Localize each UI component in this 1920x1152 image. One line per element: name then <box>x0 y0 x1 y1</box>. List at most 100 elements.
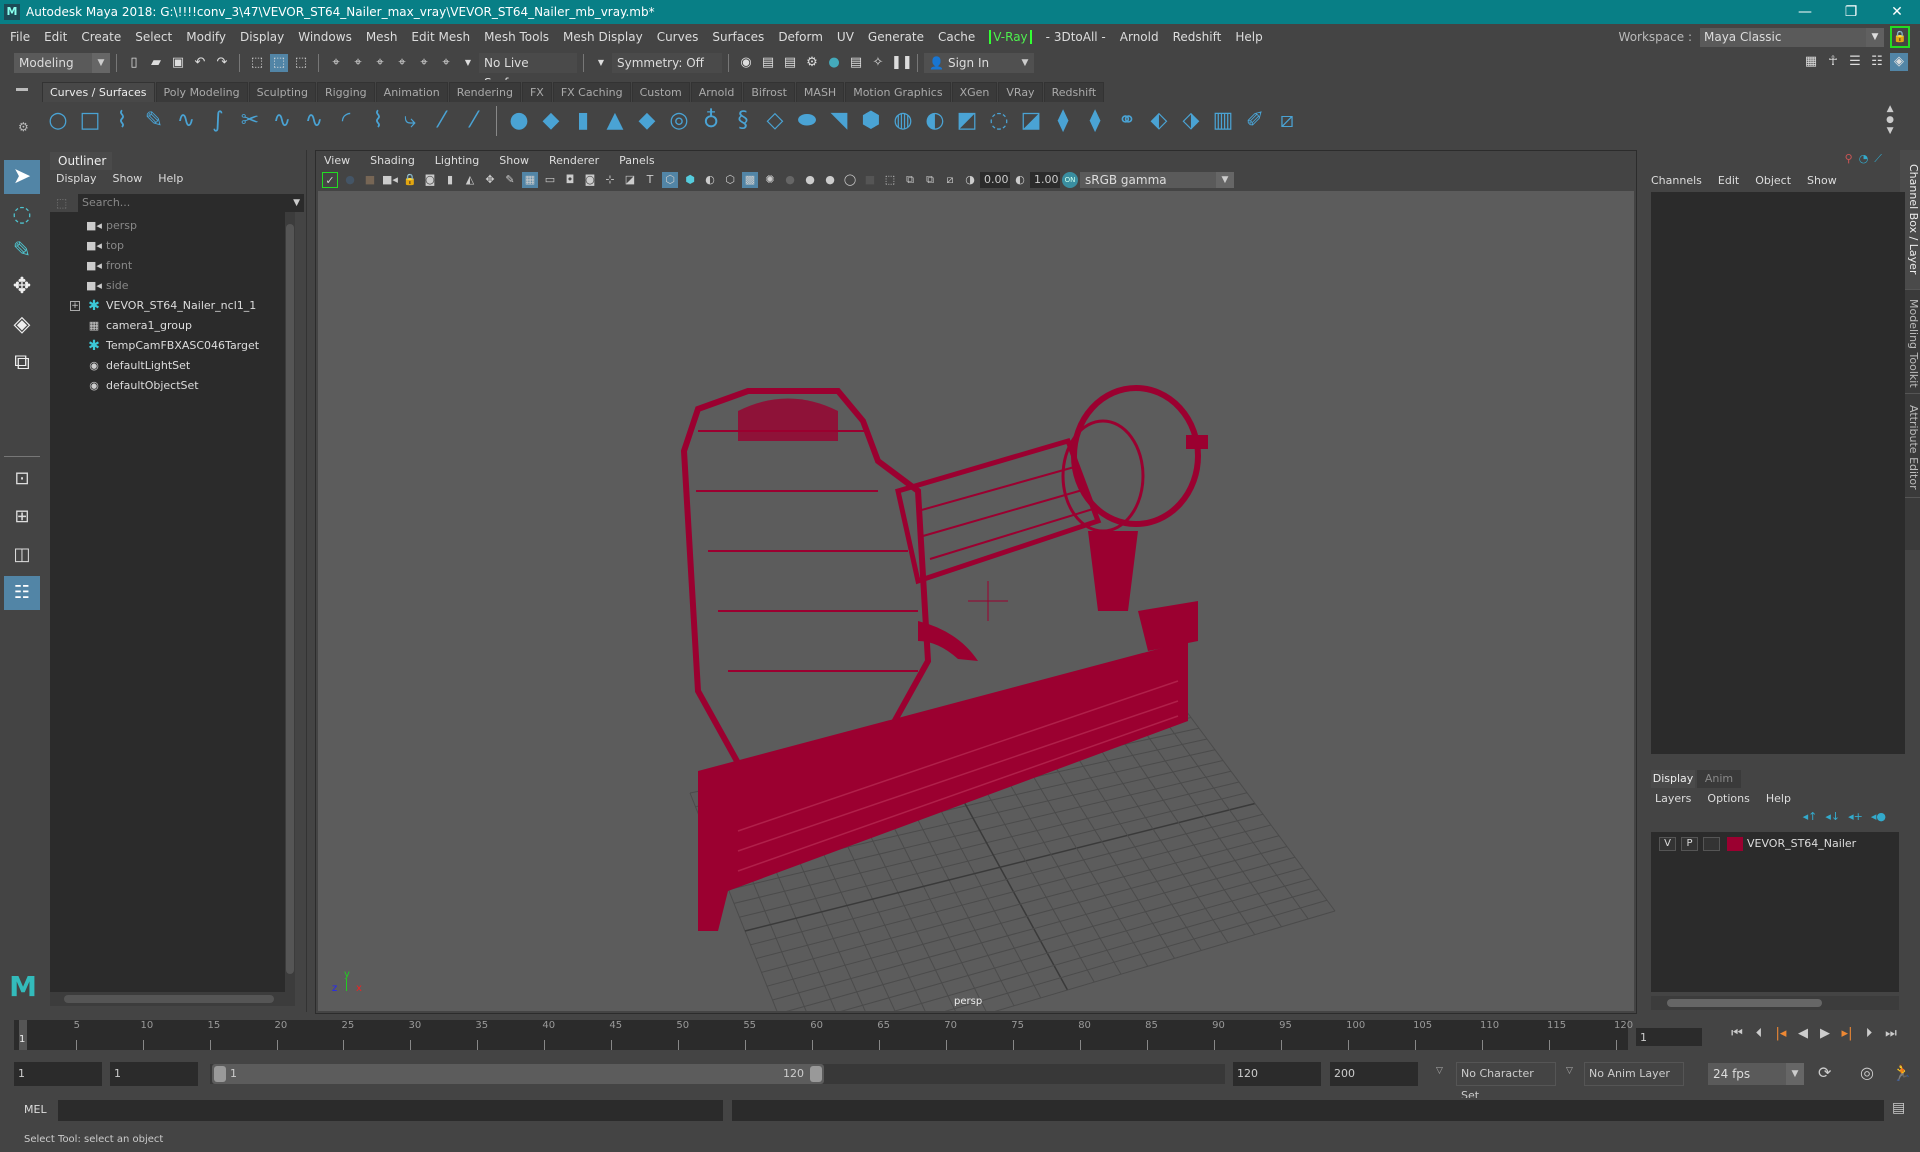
viewport-menu-shading[interactable]: Shading <box>370 154 415 167</box>
outliner-layout-icon[interactable]: ☷ <box>4 576 40 610</box>
snap-view-plane-icon[interactable]: ⌖ <box>393 54 411 72</box>
anim-preferences-icon[interactable]: 🏃 <box>1892 1063 1912 1082</box>
outliner-item[interactable]: ▦ camera1_group <box>86 316 192 336</box>
shelf-tab-fx-caching[interactable]: FX Caching <box>552 82 631 102</box>
anti-aliasing-icon[interactable]: ◯ <box>842 172 858 188</box>
layer-menu-layers[interactable]: Layers <box>1655 792 1691 805</box>
viewport-menu-show[interactable]: Show <box>499 154 529 167</box>
nurbs-circle-icon[interactable]: ○ <box>42 105 74 137</box>
timeline-bar[interactable]: 1 5 10 15 20 25 30 35 40 45 50 55 60 65 70 75 80 85 90 95 10… <box>14 1020 1633 1050</box>
shelf-tab-arnold[interactable]: Arnold <box>690 82 743 102</box>
extend-curve-icon[interactable]: ⁄ <box>458 105 490 137</box>
nurbs-cylinder-icon[interactable]: ▮ <box>567 105 599 137</box>
use-all-lights-icon[interactable]: ✺ <box>762 172 778 188</box>
channel-box-menu-object[interactable]: Object <box>1755 174 1791 187</box>
move-tool-icon[interactable]: ✥ <box>4 270 40 304</box>
new-layer-selected-icon[interactable]: ◂● <box>1871 810 1886 823</box>
planar-icon[interactable]: ◇ <box>759 105 791 137</box>
smooth-shade-icon[interactable]: ⬢ <box>682 172 698 188</box>
current-time-marker[interactable]: 1 <box>19 1020 27 1050</box>
outliner-search-input[interactable]: Search... ▼ <box>78 194 304 212</box>
animation-start-field[interactable]: 1 <box>14 1062 102 1086</box>
layer-playback-toggle[interactable]: P <box>1681 837 1698 851</box>
select-object-icon[interactable]: ⬚ <box>270 54 288 72</box>
snap-surface-icon[interactable]: ⌖ <box>415 54 433 72</box>
select-camera-icon[interactable]: ■ <box>362 172 378 188</box>
range-slider-handle[interactable]: 1 120 <box>212 1064 824 1084</box>
render-settings-icon[interactable]: ⚙ <box>803 54 821 72</box>
channel-box-menu-channels[interactable]: Channels <box>1651 174 1702 187</box>
loop-icon[interactable]: ⟳ <box>1818 1063 1831 1082</box>
step-back-frame-icon[interactable]: ⏴ <box>1748 1026 1770 1041</box>
outliner-item[interactable]: ✱ VEVOR_ST64_Nailer_ncl1_1 <box>86 296 256 316</box>
viewport-menu-lighting[interactable]: Lighting <box>435 154 479 167</box>
viewport-menu-view[interactable]: View <box>324 154 350 167</box>
move-layer-up-icon[interactable]: ◂↑ <box>1803 810 1818 823</box>
safe-title-icon[interactable]: T <box>642 172 658 188</box>
new-empty-layer-icon[interactable]: ◂+ <box>1848 810 1863 823</box>
channel-box-menu-show[interactable]: Show <box>1807 174 1837 187</box>
outliner-horizontal-scrollbar[interactable] <box>50 992 295 1006</box>
speed-icon[interactable]: ◔ <box>1859 152 1869 166</box>
xray-components-icon[interactable]: ⧄ <box>942 172 958 188</box>
outliner-tab[interactable]: Outliner <box>50 152 112 170</box>
camera-bookmark-icon[interactable]: ◙ <box>422 172 438 188</box>
shelf-tab-poly-modeling[interactable]: Poly Modeling <box>155 82 248 102</box>
untrim-icon[interactable]: ◌ <box>983 105 1015 137</box>
tool-settings-icon[interactable]: ☷ <box>1868 53 1886 71</box>
tab-display[interactable]: Display <box>1651 770 1695 788</box>
step-forward-key-icon[interactable]: ▸| <box>1836 1026 1858 1041</box>
menu-mesh[interactable]: Mesh <box>366 30 398 44</box>
nurbs-plane-icon[interactable]: ◆ <box>631 105 663 137</box>
outliner-item[interactable]: ■◂ persp <box>86 216 137 236</box>
sign-in-button[interactable]: 👤 Sign In ▼ <box>924 53 1034 73</box>
nurbs-sphere-icon[interactable]: ● <box>503 105 535 137</box>
gamma-field[interactable]: 1.00 <box>1030 172 1060 188</box>
play-forward-icon[interactable]: ▶ <box>1814 1026 1836 1041</box>
fps-dropdown[interactable]: 24 fps ▼ <box>1708 1063 1804 1085</box>
mel-input[interactable] <box>58 1100 723 1121</box>
isolate-select-icon[interactable]: ⬚ <box>882 172 898 188</box>
bezier-curve-icon[interactable]: ∫ <box>202 105 234 137</box>
shelf-tab-custom[interactable]: Custom <box>631 82 690 102</box>
menu-windows[interactable]: Windows <box>298 30 352 44</box>
menu-select[interactable]: Select <box>135 30 172 44</box>
render-current-icon[interactable]: ▤ <box>759 54 777 72</box>
pause-icon[interactable]: ❚❚ <box>891 54 913 72</box>
attach-curve-icon[interactable]: ∿ <box>266 105 298 137</box>
snap-live-icon[interactable]: ⌖ <box>437 54 455 72</box>
shelf-scroll[interactable]: ▲ ● ▼ <box>1886 104 1894 137</box>
live-surface-field[interactable]: No Live Surface <box>479 53 577 90</box>
2d-pan-zoom-icon[interactable]: ✥ <box>482 172 498 188</box>
layer-row[interactable]: V P VEVOR_ST64_Nailer <box>1651 832 1899 856</box>
rotate-tool-icon[interactable]: ◈ <box>4 308 40 342</box>
filter-icon[interactable]: ⬚ <box>56 196 67 210</box>
ep-curve-icon[interactable]: ⌇ <box>106 105 138 137</box>
outliner-vertical-scrollbar[interactable] <box>285 212 295 992</box>
film-gate-icon[interactable]: ▭ <box>542 172 558 188</box>
lock-icon[interactable]: 🔒 <box>1890 26 1910 48</box>
script-editor-icon[interactable]: ▤ <box>1892 1100 1905 1116</box>
hyperbolic-icon[interactable]: ⟋ <box>1874 152 1882 166</box>
step-back-key-icon[interactable]: |◂ <box>1770 1026 1792 1041</box>
ipr-render-icon[interactable]: ▤ <box>781 54 799 72</box>
outliner-item[interactable]: ■◂ front <box>86 256 132 276</box>
offset-curve-icon[interactable]: ◜ <box>330 105 362 137</box>
outliner-menu-help[interactable]: Help <box>158 172 183 185</box>
auto-key-icon[interactable]: ◎ <box>1860 1063 1874 1082</box>
channel-box-icon[interactable]: ◈ <box>1890 53 1908 71</box>
shelf-tab-curves-surfaces[interactable]: Curves / Surfaces <box>42 82 155 102</box>
layer-menu-options[interactable]: Options <box>1707 792 1749 805</box>
shelf-tab-fx[interactable]: FX <box>521 82 552 102</box>
vray-toggle-icon[interactable]: ✓ <box>322 172 338 188</box>
undo-icon[interactable]: ↶ <box>191 54 209 72</box>
range-slider-track[interactable]: 1 120 <box>210 1064 1225 1084</box>
bookmark-icon[interactable]: ▮ <box>442 172 458 188</box>
go-to-end-icon[interactable]: ⏭ <box>1880 1026 1902 1041</box>
attribute-editor-icon[interactable]: ☰ <box>1846 53 1864 71</box>
play-backward-icon[interactable]: ◀ <box>1792 1026 1814 1041</box>
character-set-field[interactable]: No Character Set <box>1456 1062 1556 1102</box>
viewport-menu-renderer[interactable]: Renderer <box>549 154 599 167</box>
outliner-menu-show[interactable]: Show <box>113 172 143 185</box>
layer-color-swatch[interactable] <box>1727 837 1743 851</box>
